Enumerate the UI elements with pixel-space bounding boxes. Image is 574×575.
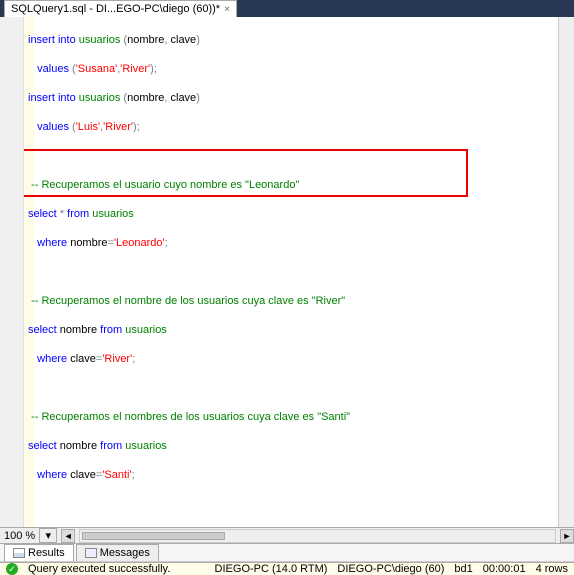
table-icon (13, 548, 25, 558)
success-icon: ✓ (6, 563, 18, 575)
code-content[interactable]: -insert into usuarios (nombre, clave) va… (24, 17, 558, 527)
scroll-left-icon[interactable]: ◄ (61, 529, 75, 543)
status-user: DIEGO-PC\diego (60) (337, 563, 444, 575)
messages-icon (85, 548, 97, 558)
status-time: 00:00:01 (483, 563, 526, 575)
scroll-right-icon[interactable]: ► (560, 529, 574, 543)
sql-editor[interactable]: -insert into usuarios (nombre, clave) va… (0, 17, 574, 527)
status-rows: 4 rows (536, 563, 568, 575)
status-db: bd1 (454, 563, 472, 575)
hscrollbar[interactable] (79, 529, 556, 543)
close-icon[interactable]: × (224, 4, 230, 15)
zoom-bar: 100 % ▾ ◄ ► (0, 527, 574, 544)
status-message: Query executed successfully. (28, 563, 170, 575)
results-tabbar: Results Messages (0, 544, 574, 562)
tab-title: SQLQuery1.sql - DI...EGO-PC\diego (60))* (11, 3, 220, 15)
status-server: DIEGO-PC (14.0 RTM) (215, 563, 328, 575)
status-bar: ✓ Query executed successfully. DIEGO-PC … (0, 562, 574, 575)
scroll-thumb[interactable] (82, 532, 224, 540)
editor-tabbar: SQLQuery1.sql - DI...EGO-PC\diego (60))*… (0, 0, 574, 17)
zoom-dropdown[interactable]: ▾ (39, 528, 57, 543)
file-tab[interactable]: SQLQuery1.sql - DI...EGO-PC\diego (60))*… (4, 0, 237, 17)
editor-right-strip (558, 17, 574, 527)
editor-gutter (0, 17, 24, 527)
zoom-value: 100 % (4, 530, 35, 542)
tab-messages[interactable]: Messages (76, 544, 159, 561)
tab-results[interactable]: Results (4, 544, 74, 561)
